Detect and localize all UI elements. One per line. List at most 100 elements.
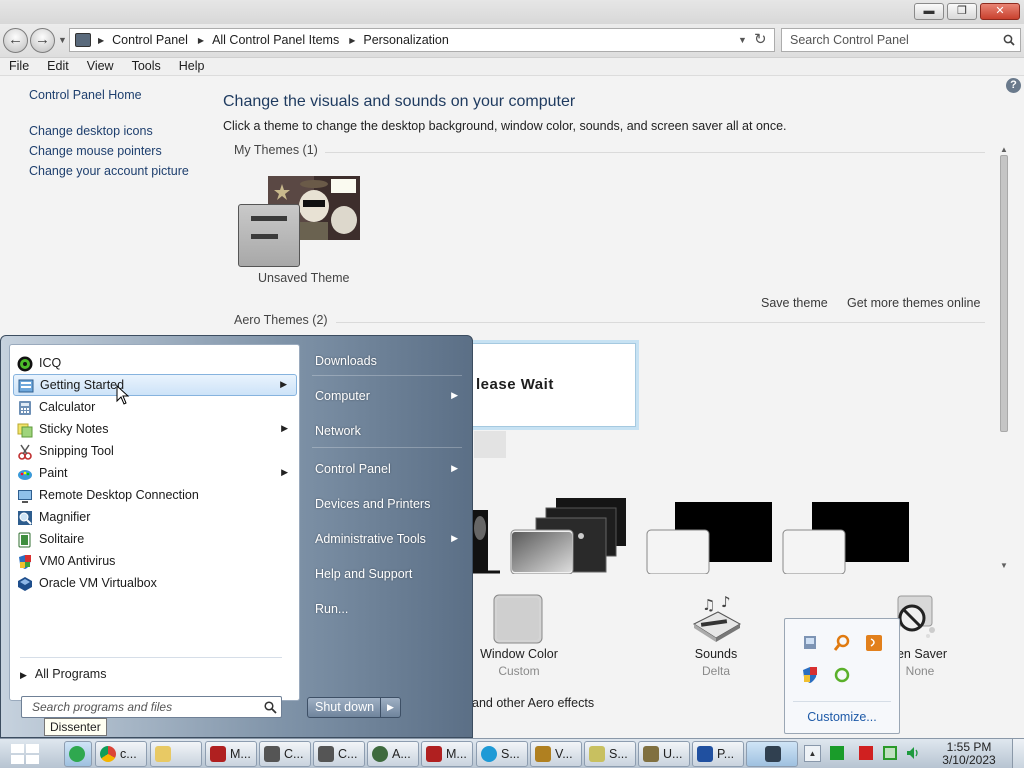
program-snipping-tool[interactable]: Snipping Tool	[13, 441, 297, 463]
search-control-panel[interactable]	[781, 28, 1021, 52]
get-more-themes-link[interactable]: Get more themes online	[847, 296, 980, 310]
taskbar-button-skype[interactable]: S...	[476, 741, 528, 767]
program-calculator[interactable]: Calculator	[13, 397, 297, 419]
scroll-thumb[interactable]	[1000, 155, 1008, 432]
save-theme-link[interactable]: Save theme	[761, 296, 828, 310]
restore-button[interactable]: ❐	[947, 3, 977, 20]
menu-help[interactable]: Help	[170, 58, 214, 75]
start-search-input[interactable]	[32, 700, 252, 714]
vertical-scrollbar[interactable]: ▲ ▼	[997, 143, 1011, 575]
network-monitor-icon[interactable]	[883, 746, 897, 760]
places-computer[interactable]: Computer ▶	[306, 383, 468, 409]
places-administrative-tools[interactable]: Administrative Tools ▶	[306, 526, 468, 552]
taskbar-button-c1[interactable]: C...	[259, 741, 311, 767]
program-magnifier[interactable]: Magnifier	[13, 507, 297, 529]
close-button[interactable]: ✕	[980, 3, 1020, 20]
theme-thumbnail-4[interactable]	[782, 502, 909, 575]
change-desktop-icons-link[interactable]: Change desktop icons	[29, 124, 153, 138]
breadcrumb-personalization[interactable]: Personalization	[363, 33, 448, 47]
taskbar-button-m2[interactable]: M...	[421, 741, 473, 767]
taskbar-button-monitor[interactable]	[746, 741, 798, 767]
breadcrumb-control-panel[interactable]: Control Panel	[112, 33, 188, 47]
search-icon[interactable]	[264, 701, 277, 714]
taskbar-button-chrome[interactable]: c...	[95, 741, 147, 767]
program-virtualbox[interactable]: Oracle VM Virtualbox	[13, 573, 297, 595]
taskbar-button-dissenter[interactable]	[64, 741, 92, 767]
taskbar-button-v[interactable]: V...	[530, 741, 582, 767]
system-clock[interactable]: 1:55 PM 3/10/2023	[930, 741, 1008, 767]
forward-button[interactable]: →	[30, 28, 55, 53]
places-devices-printers[interactable]: Devices and Printers	[306, 491, 468, 517]
places-run[interactable]: Run...	[306, 596, 468, 622]
address-dropdown-icon[interactable]: ▼	[738, 35, 747, 45]
sounds-label: Sounds	[694, 647, 738, 661]
chevron-right-icon[interactable]: ▶	[349, 36, 355, 45]
scroll-down-icon[interactable]: ▼	[1000, 561, 1008, 570]
volume-icon[interactable]	[906, 746, 920, 760]
change-account-picture-link[interactable]: Change your account picture	[29, 164, 189, 178]
taskbar-button-u[interactable]: U...	[638, 741, 690, 767]
places-control-panel[interactable]: Control Panel ▶	[306, 456, 468, 482]
network-tray-icon[interactable]	[801, 634, 819, 652]
menu-file[interactable]: File	[0, 58, 38, 75]
taskbar-button-sticky[interactable]: S...	[584, 741, 636, 767]
menu-view[interactable]: View	[78, 58, 123, 75]
chevron-right-icon[interactable]: ▶	[98, 36, 104, 45]
taskbar-button-paint[interactable]: P...	[692, 741, 744, 767]
places-downloads[interactable]: Downloads	[306, 348, 468, 374]
program-getting-started[interactable]: Getting Started ▶	[13, 374, 297, 405]
taskbar-button-c2[interactable]: C...	[313, 741, 365, 767]
theme-thumbnail-3[interactable]	[646, 502, 772, 575]
customize-link[interactable]: Customize...	[785, 710, 899, 724]
flag-tray-icon[interactable]	[859, 746, 873, 760]
green-status-tray-icon[interactable]	[830, 746, 844, 760]
all-programs-button[interactable]: ▶ All Programs	[20, 667, 106, 681]
start-button[interactable]	[7, 741, 43, 767]
taskbar-button-a[interactable]: A...	[367, 741, 419, 767]
program-remote-desktop[interactable]: Remote Desktop Connection	[13, 485, 297, 507]
monitor-icon	[765, 746, 781, 762]
recent-pages-dropdown[interactable]: ▼	[58, 35, 67, 45]
program-sticky-notes[interactable]: Sticky Notes ▶	[13, 419, 297, 441]
start-search-box[interactable]	[21, 696, 282, 718]
magnifier-tray-icon[interactable]	[833, 634, 851, 652]
shutdown-button[interactable]: Shut down	[307, 697, 381, 718]
places-network[interactable]: Network	[306, 418, 468, 444]
dissenter-icon	[69, 746, 85, 762]
aero-effects-text[interactable]: and other Aero effects	[472, 696, 594, 710]
change-mouse-pointers-link[interactable]: Change mouse pointers	[29, 144, 162, 158]
security-shield-tray-icon[interactable]	[801, 666, 819, 684]
navigation-bar: ← → ▼ ▶ Control Panel ▶ All Control Pane…	[0, 24, 1024, 58]
menu-edit[interactable]: Edit	[38, 58, 78, 75]
taskbar-button-word[interactable]: M...	[205, 741, 257, 767]
show-hidden-icons-button[interactable]: ▲	[804, 745, 821, 762]
help-icon[interactable]: ?	[1006, 78, 1021, 93]
program-icq[interactable]: ICQ	[13, 353, 297, 375]
menu-tools[interactable]: Tools	[123, 58, 170, 75]
search-input[interactable]	[790, 32, 990, 48]
minimize-button[interactable]: ▬	[914, 3, 944, 20]
taskbar-button-explorer[interactable]	[150, 741, 202, 767]
theme-thumbnail-2[interactable]	[510, 498, 626, 575]
page-description: Click a theme to change the desktop back…	[223, 119, 787, 133]
unsaved-theme-thumbnail[interactable]	[238, 174, 362, 269]
address-bar[interactable]: ▶ Control Panel ▶ All Control Panel Item…	[69, 28, 775, 52]
program-solitaire[interactable]: Solitaire	[13, 529, 297, 551]
control-panel-home-link[interactable]: Control Panel Home	[29, 88, 142, 102]
shutdown-options-button[interactable]: ▶	[381, 697, 401, 718]
java-tray-icon[interactable]	[865, 634, 883, 652]
menu-bar: File Edit View Tools Help	[0, 58, 1024, 76]
refresh-icon[interactable]: ↻	[754, 30, 767, 48]
places-help-support[interactable]: Help and Support	[306, 561, 468, 587]
program-vm0-antivirus[interactable]: VM0 Antivirus	[13, 551, 297, 573]
chevron-right-icon[interactable]: ▶	[198, 36, 204, 45]
virtualbox-icon	[18, 577, 32, 591]
unsaved-theme-label: Unsaved Theme	[258, 271, 350, 285]
scroll-up-icon[interactable]: ▲	[1000, 145, 1008, 154]
back-button[interactable]: ←	[3, 28, 28, 53]
program-paint[interactable]: Paint ▶	[13, 463, 297, 485]
show-desktop-button[interactable]	[1012, 739, 1024, 768]
search-icon[interactable]	[1003, 34, 1015, 46]
breadcrumb-all-items[interactable]: All Control Panel Items	[212, 33, 339, 47]
sync-tray-icon[interactable]	[833, 666, 851, 684]
